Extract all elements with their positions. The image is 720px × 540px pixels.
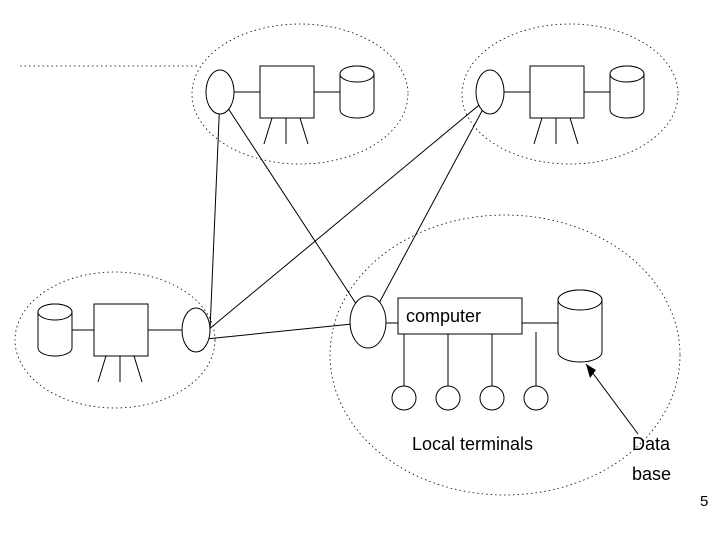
net-link-1: [220, 96, 368, 322]
page-number: 5: [700, 493, 708, 510]
site-bottom-left: [38, 304, 210, 382]
bl-database: [38, 304, 72, 356]
big-terminal-2: [436, 386, 460, 410]
tl-computer: [260, 66, 314, 118]
computer-label: computer: [406, 306, 481, 326]
big-database: [558, 290, 602, 362]
tl-leg-1: [264, 118, 272, 144]
site-top-right: [476, 66, 644, 144]
database-label-line1: Data: [632, 434, 671, 454]
big-node: [350, 296, 386, 348]
tr-computer: [530, 66, 584, 118]
tl-leg-3: [300, 118, 308, 144]
database-arrow: [586, 364, 638, 434]
big-terminal-3: [480, 386, 504, 410]
tl-node: [206, 70, 234, 114]
tr-leg-1: [534, 118, 542, 144]
bl-leg-3: [134, 356, 142, 382]
site-big: computer Local terminals: [350, 290, 602, 454]
bl-leg-1: [98, 356, 106, 382]
net-link-4: [370, 96, 490, 320]
bl-computer: [94, 304, 148, 356]
tr-leg-3: [570, 118, 578, 144]
tl-database: [340, 66, 374, 118]
tr-node: [476, 70, 504, 114]
network-diagram: computer Local terminals Data base 5: [0, 0, 720, 540]
net-link-5: [196, 324, 352, 340]
tr-database: [610, 66, 644, 118]
local-terminals-label: Local terminals: [412, 434, 533, 454]
big-terminal-4: [524, 386, 548, 410]
database-label-line2: base: [632, 464, 671, 484]
bl-node: [182, 308, 210, 352]
big-terminal-1: [392, 386, 416, 410]
net-link-2: [210, 96, 220, 330]
site-top-left: [206, 66, 374, 144]
